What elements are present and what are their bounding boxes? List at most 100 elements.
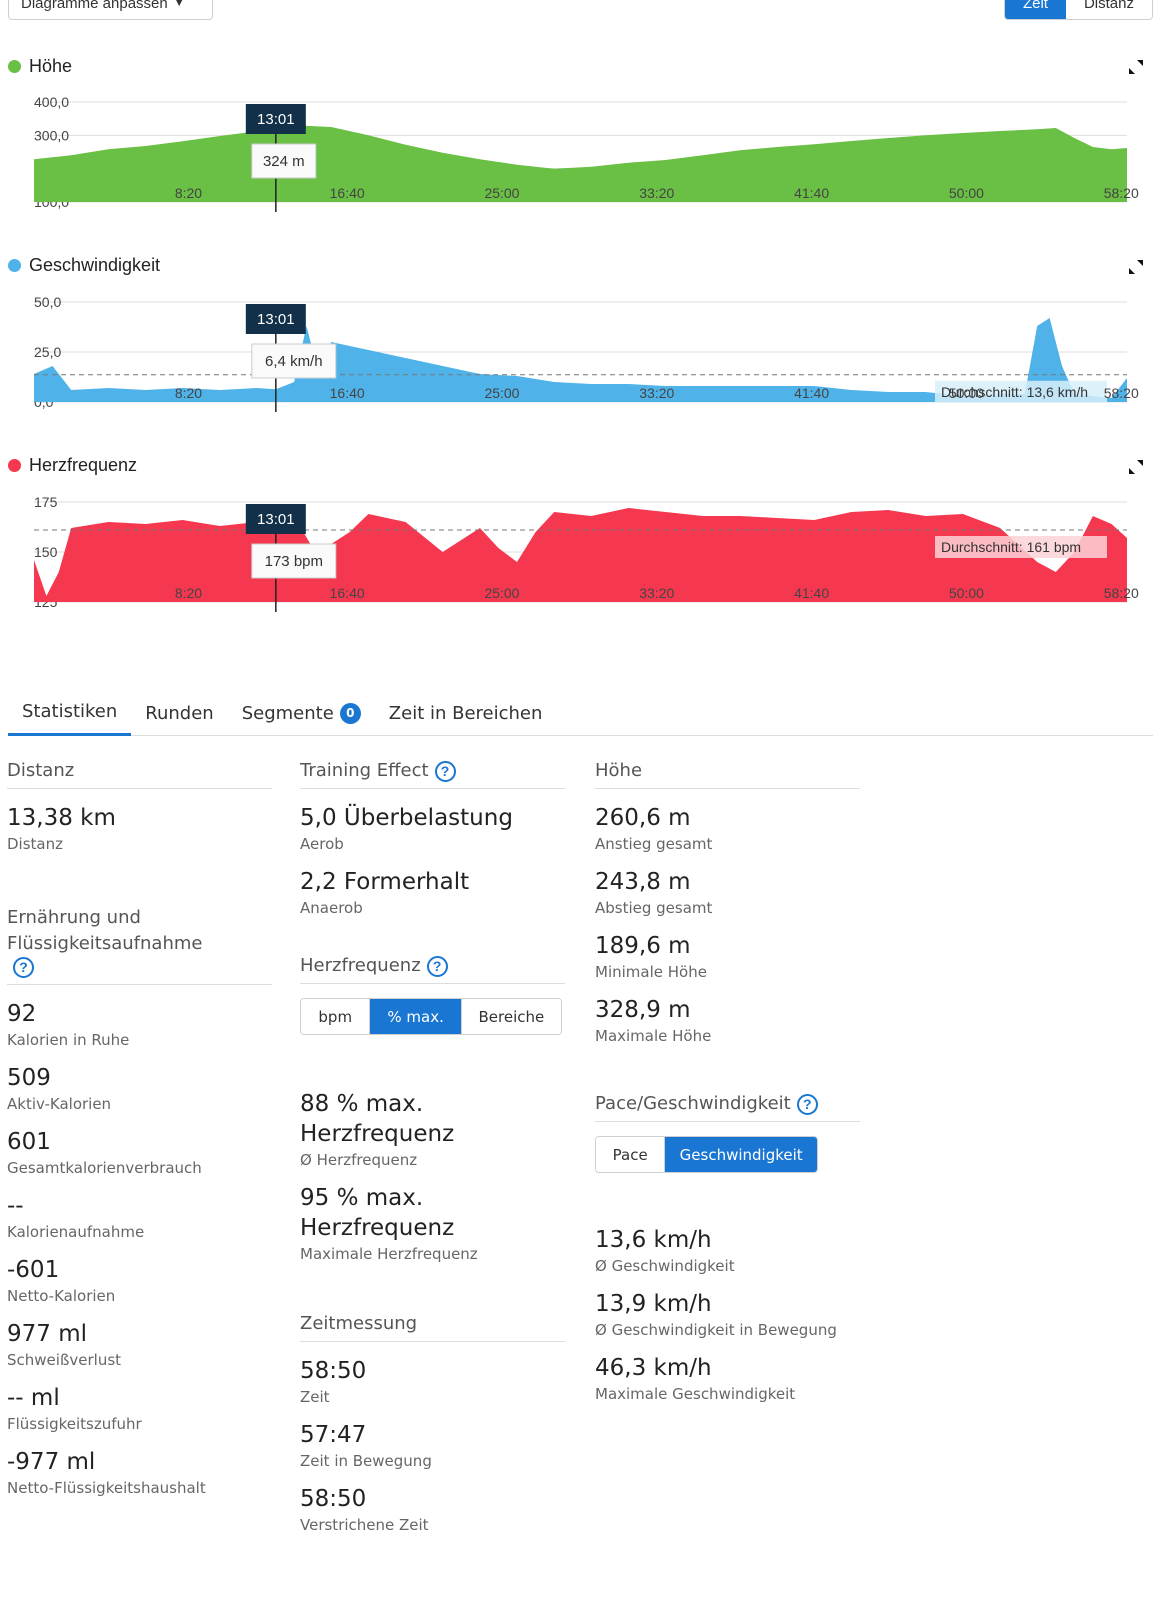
stat-value: 2,2 Formerhalt [300,869,470,895]
y-tick-label: 175 [34,494,58,510]
section-heading-elevation: Höhe [595,758,860,789]
help-icon[interactable]: ? [434,761,456,782]
section-heading-heart-rate: Herzfrequenz? [300,953,565,984]
y-tick-label: 50,0 [34,294,61,310]
stat-label: Ø Herzfrequenz [300,1151,418,1169]
stat-value: 601 [7,1129,51,1155]
cursor-time: 13:01 [257,311,295,328]
stat-value: 977 ml [7,1321,88,1347]
tab-label: Segmente [241,702,334,724]
stat-item: -977 ml Netto-Flüssigkeitshaushalt [7,1447,272,1497]
x-tick-label: 33:20 [639,385,674,401]
expand-icon[interactable] [1127,258,1145,276]
x-tick-label: 50:00 [949,185,984,201]
stat-item: 13,6 km/h Ø Geschwindigkeit [595,1225,860,1275]
section-heading-pace: Pace/Geschwindigkeit? [595,1091,860,1122]
stat-value: 57:47 [300,1422,367,1448]
stats-column-3: Höhe 260,6 m Anstieg gesamt 243,8 m Abst… [595,758,860,1417]
stat-value: -977 ml [7,1449,96,1475]
help-icon[interactable]: ? [426,956,448,977]
stat-label: Netto-Kalorien [7,1287,116,1305]
stat-item: 13,9 km/h Ø Geschwindigkeit in Bewegung [595,1289,860,1339]
stat-value: -- [7,1193,24,1219]
stat-item: -601 Netto-Kalorien [7,1255,272,1305]
hr-toggle-zones[interactable]: Bereiche [461,999,561,1034]
speed-chart[interactable]: 50,025,00,0Durchschnitt: 13,6 km/h8:2016… [0,288,1161,418]
stat-label: Kalorien in Ruhe [7,1031,130,1049]
stat-value: 88 % max. Herzfrequenz [300,1091,455,1147]
stat-value: -601 [7,1257,60,1283]
stat-value: 509 [7,1065,51,1091]
x-tick-label: 8:20 [175,385,202,401]
section-title: Herzfrequenz [300,955,421,976]
heart-rate-chart[interactable]: 175150125Durchschnitt: 161 bpm8:2016:402… [0,488,1161,618]
stat-item: -- Kalorienaufnahme [7,1191,272,1241]
stat-item: 5,0 Überbelastung Aerob [300,803,565,853]
help-icon[interactable]: ? [13,957,34,978]
toggle-speed[interactable]: Geschwindigkeit [665,1137,817,1172]
expand-icon[interactable] [1127,58,1145,76]
stat-item: 95 % max. Herzfrequenz Maximale Herzfreq… [300,1183,565,1263]
hr-toggle-percent-max[interactable]: % max. [370,999,462,1034]
help-icon[interactable]: ? [796,1094,818,1115]
section-title: Höhe [595,760,643,781]
chart-title-text: Höhe [29,56,73,76]
tab-label: Runden [145,702,214,724]
x-tick-label: 25:00 [484,585,519,601]
elevation-chart[interactable]: 400,0300,0200,0100,08:2016:4025:0033:204… [0,88,1161,218]
x-tick-label: 16:40 [330,385,365,401]
section-title: Ernährung und Flüssigkeitsaufnahme [7,907,203,954]
stat-label: Anaerob [300,899,363,917]
x-tick-label: 8:20 [175,185,202,201]
stat-label: Maximale Höhe [595,1027,712,1045]
cursor-value: 173 bpm [265,553,323,570]
stat-item: 260,6 m Anstieg gesamt [595,803,860,853]
section-heading-nutrition: Ernährung und Flüssigkeitsaufnahme? [7,905,272,985]
stat-value: 260,6 m [595,805,691,831]
stats-tabs: Statistiken Runden Segmente 0 Zeit in Ber… [8,690,1153,736]
toggle-pace[interactable]: Pace [596,1137,666,1172]
stat-label: Aktiv-Kalorien [7,1095,112,1113]
stat-label: Maximale Herzfrequenz [300,1245,478,1263]
stat-label: Minimale Höhe [595,963,707,981]
axis-toggle-time[interactable]: Zeit [1004,0,1066,19]
stat-label: Ø Geschwindigkeit in Bewegung [595,1321,837,1339]
x-tick-label: 50:00 [949,585,984,601]
stat-item: 601 Gesamtkalorienverbrauch [7,1127,272,1177]
stat-item: 328,9 m Maximale Höhe [595,995,860,1045]
stat-item: 88 % max. Herzfrequenz Ø Herzfrequenz [300,1089,565,1169]
stats-column-1: Distanz 13,38 km Distanz Ernährung und F… [7,758,272,1511]
customize-charts-dropdown[interactable]: Diagramme anpassen ▼ [8,0,213,20]
cursor-value: 6,4 km/h [265,353,323,370]
nutrition-list: 92 Kalorien in Ruhe 509 Aktiv-Kalorien 601 Ge… [7,999,272,1497]
x-tick-label: 16:40 [330,585,365,601]
section-title: Zeitmessung [300,1313,418,1334]
legend-dot [8,459,21,472]
hr-toggle-bpm[interactable]: bpm [301,999,371,1034]
tab-label: Zeit in Bereichen [388,702,543,724]
stat-label: Abstieg gesamt [595,899,713,917]
stat-label: Anstieg gesamt [595,835,713,853]
y-tick-label: 300,0 [34,127,69,143]
tab-laps[interactable]: Runden [131,690,227,736]
x-tick-label: 58:20 [1104,185,1139,201]
cursor-time: 13:01 [257,511,295,528]
expand-icon[interactable] [1127,458,1145,476]
stat-value: 46,3 km/h [595,1355,712,1381]
axis-toggle-distance[interactable]: Distanz [1065,0,1152,19]
tab-label: Statistiken [22,701,118,722]
tab-segments[interactable]: Segmente 0 [228,690,375,736]
tab-time-in-zones[interactable]: Zeit in Bereichen [375,690,557,736]
y-tick-label: 25,0 [34,344,61,360]
caret-down-icon: ▼ [173,0,185,9]
stat-item: 92 Kalorien in Ruhe [7,999,272,1049]
chart-title-text: Geschwindigkeit [29,255,161,275]
x-tick-label: 33:20 [639,585,674,601]
stat-label: Zeit in Bewegung [300,1452,432,1470]
axis-toggle: Zeit Distanz [1003,0,1153,20]
stat-value: 92 [7,1001,37,1027]
tab-statistics[interactable]: Statistiken [8,690,132,736]
stat-value: 95 % max. Herzfrequenz [300,1185,455,1241]
x-tick-label: 41:40 [794,385,829,401]
stat-value: 58:50 [300,1358,367,1384]
